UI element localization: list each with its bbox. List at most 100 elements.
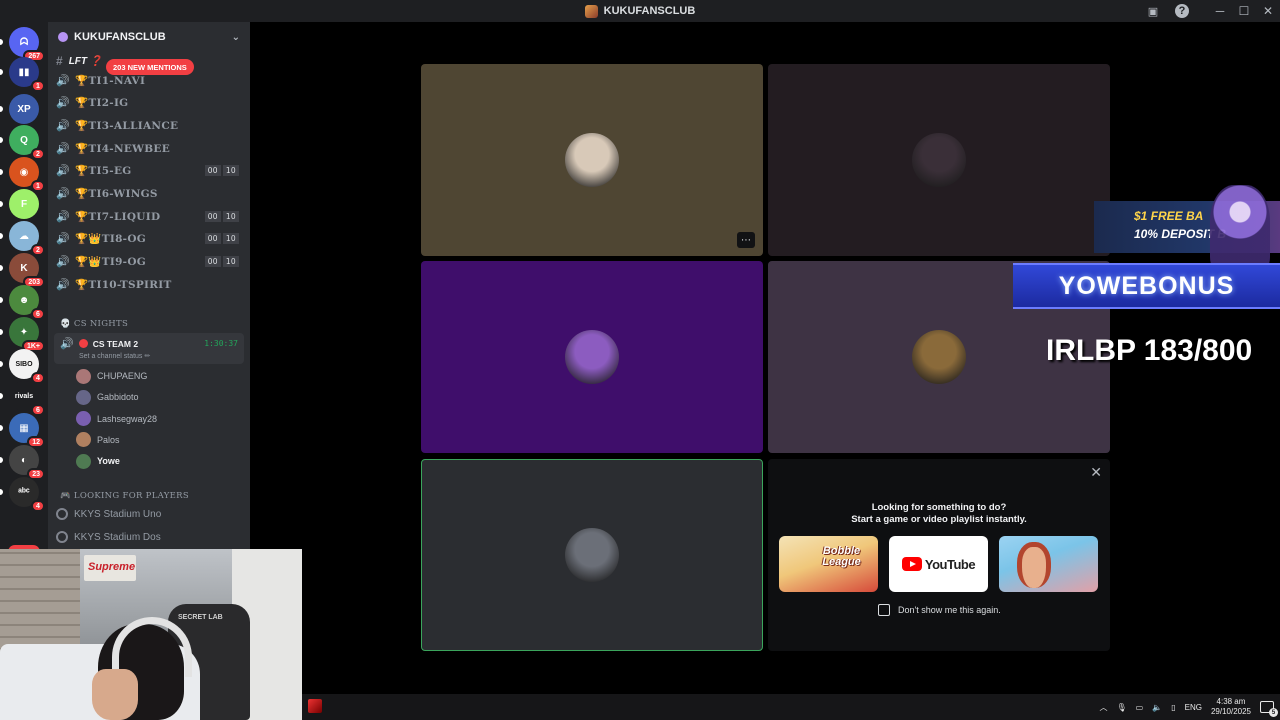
close-window-icon[interactable]: ✕ (1256, 0, 1280, 22)
server-icon-green-q-server[interactable]: Q2 (0, 125, 45, 160)
taskbar-app-icon[interactable] (308, 699, 322, 713)
server-icon-text-server[interactable]: ᵃᵇᶜ 4 (0, 477, 45, 512)
voice-member[interactable]: Palos (76, 431, 120, 449)
server-icon-audio-server[interactable]: ▮▮ 1 (0, 57, 45, 92)
mention-badge: 6 (31, 308, 45, 320)
mention-badge: 2 (31, 148, 45, 160)
participant-tile-3[interactable] (421, 261, 763, 453)
voice-channel-item[interactable]: 🔊 🏆👑TI9-OG 00 10 (56, 252, 244, 272)
voice-member[interactable]: Lashsegway28 (76, 410, 157, 428)
streamer-webcam: Supreme SECRET LAB (0, 549, 302, 720)
language-indicator[interactable]: ENG (1185, 703, 1202, 712)
participant-tile-2[interactable] (768, 64, 1110, 256)
voice-channel-item[interactable]: 🔊 🏆TI1-NAVI (56, 70, 244, 90)
server-glyph: ✦ (19, 326, 29, 338)
game-card[interactable] (999, 536, 1098, 592)
participant-avatar (912, 133, 966, 187)
checkbox[interactable] (878, 604, 890, 616)
taskbar: ︿ 🎙 ▭ 🔈 ▯ ENG 4:38 am 29/10/2025 5 (302, 694, 1280, 720)
speaker-icon: 🔊 (56, 118, 70, 132)
microphone-icon[interactable]: 🎙 (1117, 703, 1127, 712)
avatar (76, 432, 91, 448)
server-icon-cloud-server[interactable]: ☁ 2 (0, 221, 45, 256)
inbox-icon[interactable]: ▣ (1145, 3, 1161, 19)
avatar (76, 411, 91, 427)
speaker-icon: 🔊 (56, 232, 70, 246)
server-icon-xp-server[interactable]: XP (0, 94, 39, 124)
server-icon-character-server[interactable]: ☻ 6 (0, 285, 45, 320)
server-glyph: F (20, 198, 28, 210)
server-icon-sibo-server[interactable]: SIBO 4 (0, 349, 45, 384)
server-icon-blue-server[interactable]: ▦ 12 (0, 413, 45, 448)
avatar (76, 453, 91, 469)
participant-tile-5[interactable] (421, 459, 763, 651)
server-header[interactable]: KUKUFANSCLUB ⌄ (48, 22, 250, 52)
chevron-down-icon[interactable]: ⌄ (232, 32, 240, 43)
youtube-card[interactable]: YouTube (889, 536, 988, 592)
channel-label: 🏆TI7-LIQUID (75, 210, 161, 223)
server-icon-dark-server[interactable]: ◐ 23 (0, 445, 45, 480)
yowebonus-text: YOWEBONUS (1058, 271, 1235, 300)
unread-pill (0, 169, 3, 175)
category-looking-for-players[interactable]: 🎮 LOOKING FOR PLAYERS (60, 491, 189, 501)
game-character-icon (1017, 542, 1051, 588)
server-icon-green-f-server[interactable]: F (0, 189, 39, 219)
user-limit-counter: 00 10 (203, 232, 240, 246)
dont-show-again[interactable]: Don't show me this again. (878, 604, 1001, 616)
voice-channel-item[interactable]: 🔊 🏆TI5-EG 00 10 (56, 161, 244, 181)
channel-label: 🏆TI2-IG (75, 97, 129, 110)
mention-badge: 1 (31, 80, 45, 92)
voice-channel-item[interactable]: 🔊 🏆TI10-TSPIRIT (56, 274, 244, 294)
voice-channel-item[interactable]: 🔊 🏆TI2-IG (56, 93, 244, 113)
volume-icon[interactable]: 🔈 (1152, 703, 1162, 712)
user-count: 10 (221, 164, 240, 178)
server-glyph: SIBO (15, 360, 33, 368)
more-options-icon[interactable]: ⋯ (737, 232, 755, 248)
mention-badge: 2 (31, 244, 45, 256)
channel-status[interactable]: Set a channel status ✏ (79, 352, 150, 360)
help-icon[interactable]: ? (1175, 4, 1189, 18)
voice-channel-item[interactable]: 🔊 🏆TI3-ALLIANCE (56, 115, 244, 135)
promo-mascot (1210, 185, 1270, 275)
voice-member[interactable]: CHUPAENG (76, 367, 147, 385)
close-icon[interactable]: ✕ (1090, 464, 1102, 481)
battery-icon[interactable]: ▯ (1171, 703, 1175, 712)
server-icon-orange-server[interactable]: ◉ 1 (0, 157, 45, 192)
user-count: 10 (221, 232, 240, 246)
channel-label: 🏆👑TI9-OG (75, 256, 147, 269)
speaker-icon: 🔊 (56, 255, 70, 269)
server-icon-team-server[interactable]: ✦ 1K+ (0, 317, 45, 352)
voice-channel-item[interactable]: 🔊 🏆TI6-WINGS (56, 184, 244, 204)
chevron-up-icon[interactable]: ︿ (1100, 702, 1108, 713)
server-icon-discord-home[interactable]: ᗣ 267 (0, 27, 45, 62)
participant-avatar (565, 133, 619, 187)
server-glyph: ◉ (19, 166, 29, 178)
voice-member[interactable]: Gabbidoto (76, 388, 139, 406)
stage-channel-uno[interactable]: KKYS Stadium Uno (56, 504, 161, 524)
channel-lft[interactable]: # LFT ❓ (56, 51, 102, 71)
voice-channel-item[interactable]: 🔊 🏆TI4-NEWBEE (56, 138, 244, 158)
server-icon (58, 32, 68, 42)
voice-channel-item[interactable]: 🔊 🏆TI7-LIQUID 00 10 (56, 206, 244, 226)
server-icon-rivals-server[interactable]: rivals 6 (0, 381, 45, 416)
maximize-icon[interactable]: ☐ (1232, 0, 1256, 22)
window-title: KUKUFANSCLUB (584, 4, 695, 18)
voice-channel-item[interactable]: 🔊 🏆👑TI8-OG 00 10 (56, 229, 244, 249)
bobble-league-card[interactable]: Bobble League (779, 536, 878, 592)
server-icon-kukufansclub-server[interactable]: K 203 (0, 253, 45, 288)
network-icon[interactable]: ▭ (1136, 703, 1144, 712)
stage-channel-dos[interactable]: KKYS Stadium Dos (56, 527, 161, 547)
minimize-icon[interactable]: ─ (1208, 0, 1232, 22)
category-cs-nights[interactable]: 💀 CS NIGHTS (60, 319, 128, 329)
voice-member[interactable]: Yowe (76, 452, 120, 470)
notification-icon[interactable]: 5 (1260, 701, 1278, 717)
member-name: Palos (97, 434, 120, 445)
voice-channel-cs-team-2[interactable]: 🔊 CS TEAM 2 1:30:37 Set a channel status… (54, 333, 244, 364)
clock[interactable]: 4:38 am 29/10/2025 (1211, 697, 1251, 717)
channel-label: 🏆👑TI8-OG (75, 233, 147, 246)
participant-tile-1[interactable]: ⋯ (421, 64, 763, 256)
system-tray: ︿ 🎙 ▭ 🔈 ▯ ENG 4:38 am 29/10/2025 5 (1100, 694, 1278, 720)
activity-suggestion-panel: ✕ Looking for something to do? Start a g… (768, 459, 1110, 651)
user-count: 10 (221, 209, 240, 223)
unread-pill (0, 201, 3, 207)
